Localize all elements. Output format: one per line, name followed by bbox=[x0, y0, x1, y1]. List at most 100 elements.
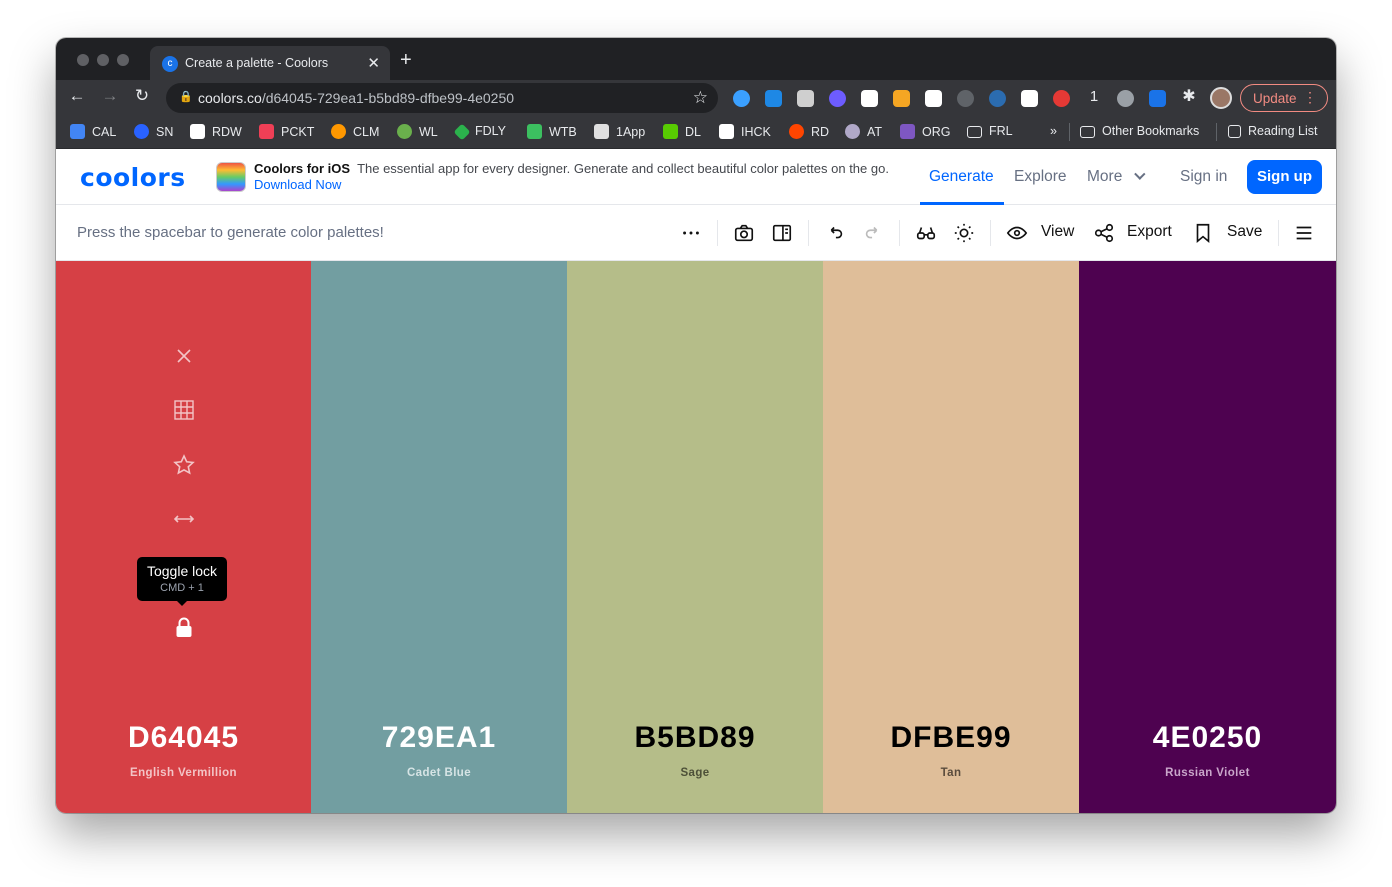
extension-pen-icon[interactable] bbox=[1021, 90, 1038, 107]
sign-in-link[interactable]: Sign in bbox=[1180, 168, 1227, 186]
lock-icon: 🔒 bbox=[179, 91, 193, 103]
nav-more[interactable]: More bbox=[1087, 168, 1146, 186]
extension-wifi-icon[interactable] bbox=[1149, 90, 1166, 107]
redo-icon[interactable] bbox=[858, 218, 888, 248]
reload-icon[interactable]: ↻ bbox=[130, 86, 154, 106]
extension-pokeball-icon[interactable] bbox=[1053, 90, 1070, 107]
spacebar-hint: Press the spacebar to generate color pal… bbox=[77, 224, 384, 241]
camera-icon[interactable] bbox=[729, 218, 759, 248]
new-tab-icon[interactable]: + bbox=[400, 49, 412, 72]
bookmark-1app[interactable]: 1App bbox=[594, 124, 645, 139]
bookmark-fdly[interactable]: FDLY bbox=[453, 123, 506, 141]
ios-promo: Coolors for iOS The essential app for ev… bbox=[254, 161, 914, 193]
bookmark-dl[interactable]: DL bbox=[663, 124, 701, 139]
hamburger-menu-icon[interactable] bbox=[1289, 218, 1319, 248]
bookmark-icon[interactable] bbox=[1188, 218, 1218, 248]
toolbar-divider bbox=[1278, 220, 1279, 246]
update-button[interactable]: Update ⋮ bbox=[1240, 84, 1328, 112]
bookmark-cal[interactable]: CAL bbox=[70, 124, 116, 139]
extension-circle-icon[interactable] bbox=[989, 90, 1006, 107]
export-button[interactable]: Export bbox=[1127, 223, 1172, 241]
download-now-link[interactable]: Download Now bbox=[254, 177, 341, 192]
bookmark-wtb[interactable]: WTB bbox=[527, 124, 577, 139]
folder-icon bbox=[1080, 126, 1095, 138]
toolbar-divider bbox=[990, 220, 991, 246]
at-icon bbox=[845, 124, 860, 139]
wl-icon bbox=[397, 124, 412, 139]
hex-code[interactable]: 4E0250 bbox=[1079, 721, 1336, 755]
color-column-5[interactable]: 4E0250 Russian Violet bbox=[1079, 261, 1336, 813]
bookmark-ihck[interactable]: IHCK bbox=[719, 124, 771, 139]
tooltip-title: Toggle lock bbox=[146, 563, 218, 579]
color-name: English Vermillion bbox=[130, 767, 237, 779]
bookmark-clm[interactable]: CLM bbox=[331, 124, 379, 139]
address-bar[interactable]: 🔒 coolors.co/d64045-729ea1-b5bd89-dfbe99… bbox=[166, 83, 718, 113]
more-menu-icon[interactable]: ⋮ bbox=[1303, 89, 1317, 106]
other-bookmarks[interactable]: Other Bookmarks bbox=[1080, 124, 1199, 138]
extension-flower-icon[interactable] bbox=[829, 90, 846, 107]
hex-code[interactable]: D64045 bbox=[56, 721, 311, 755]
extension-refresh-icon[interactable] bbox=[1117, 90, 1134, 107]
url-text: coolors.co/d64045-729ea1-b5bd89-dfbe99-4… bbox=[198, 90, 515, 106]
nav-explore[interactable]: Explore bbox=[1014, 168, 1067, 186]
remove-color-icon[interactable] bbox=[172, 344, 196, 368]
side-panel-icon[interactable] bbox=[767, 218, 797, 248]
bookmark-sn[interactable]: SN bbox=[134, 124, 173, 139]
bookmark-at[interactable]: AT bbox=[845, 124, 882, 139]
color-column-4[interactable]: DFBE99 Tan bbox=[823, 261, 1079, 813]
sign-up-button[interactable]: Sign up bbox=[1247, 160, 1322, 194]
back-icon[interactable]: ← bbox=[65, 86, 89, 106]
color-column-3[interactable]: B5BD89 Sage bbox=[567, 261, 823, 813]
nav-generate[interactable]: Generate bbox=[929, 168, 994, 186]
extension-badge-count[interactable]: 1 bbox=[1082, 88, 1106, 105]
zoom-window-button[interactable] bbox=[117, 54, 129, 66]
extension-r-icon[interactable] bbox=[861, 90, 878, 107]
hex-code[interactable]: 729EA1 bbox=[311, 721, 567, 755]
browser-window: c Create a palette - Coolors ✕ + ← → ↻ 🔒… bbox=[56, 38, 1336, 813]
color-column-2[interactable]: 729EA1 Cadet Blue bbox=[311, 261, 567, 813]
reading-list-icon bbox=[1228, 125, 1241, 138]
profile-avatar[interactable] bbox=[1210, 87, 1232, 109]
bookmark-frl[interactable]: FRL bbox=[967, 124, 1013, 138]
reddit-icon bbox=[789, 124, 804, 139]
extension-k-icon[interactable] bbox=[893, 90, 910, 107]
reading-list[interactable]: Reading List bbox=[1228, 124, 1318, 138]
bookmark-rdw[interactable]: RDW bbox=[190, 124, 242, 139]
bookmark-star-icon[interactable]: ☆ bbox=[693, 88, 708, 108]
bookmark-org[interactable]: ORG bbox=[900, 124, 950, 139]
glasses-icon[interactable] bbox=[911, 218, 941, 248]
view-button[interactable]: View bbox=[1041, 223, 1074, 241]
forward-icon[interactable]: → bbox=[98, 86, 122, 106]
favorite-star-icon[interactable] bbox=[172, 453, 196, 477]
shades-grid-icon[interactable] bbox=[172, 398, 196, 422]
palette: Toggle lock CMD + 1 D64045 English Vermi… bbox=[56, 261, 1336, 813]
extension-m-icon[interactable] bbox=[797, 90, 814, 107]
extension-gem-icon[interactable] bbox=[733, 90, 750, 107]
extension-info-icon[interactable] bbox=[957, 90, 974, 107]
close-window-button[interactable] bbox=[77, 54, 89, 66]
drag-handle-icon[interactable] bbox=[172, 507, 196, 531]
more-options-icon[interactable] bbox=[676, 218, 706, 248]
eye-icon[interactable] bbox=[1002, 218, 1032, 248]
coolors-logo[interactable]: coolors bbox=[80, 163, 186, 192]
save-button[interactable]: Save bbox=[1227, 223, 1262, 241]
hex-code[interactable]: DFBE99 bbox=[823, 721, 1079, 755]
minimize-window-button[interactable] bbox=[97, 54, 109, 66]
hex-code[interactable]: B5BD89 bbox=[567, 721, 823, 755]
color-column-1[interactable]: Toggle lock CMD + 1 D64045 English Vermi… bbox=[56, 261, 311, 813]
bookmark-rd[interactable]: RD bbox=[789, 124, 829, 139]
extensions-puzzle-icon[interactable]: ✱ bbox=[1177, 86, 1201, 106]
bookmark-pckt[interactable]: PCKT bbox=[259, 124, 314, 139]
extension-notes-icon[interactable] bbox=[925, 90, 942, 107]
undo-icon[interactable] bbox=[820, 218, 850, 248]
bookmark-wl[interactable]: WL bbox=[397, 124, 438, 139]
toolbar-divider bbox=[808, 220, 809, 246]
share-icon[interactable] bbox=[1089, 218, 1119, 248]
close-tab-icon[interactable]: ✕ bbox=[367, 54, 380, 72]
lock-icon[interactable] bbox=[172, 615, 196, 639]
bookmarks-overflow-icon[interactable]: » bbox=[1050, 124, 1057, 138]
brightness-icon[interactable] bbox=[949, 218, 979, 248]
active-tab[interactable]: c Create a palette - Coolors ✕ bbox=[150, 46, 390, 80]
site-header: coolors Coolors for iOS The essential ap… bbox=[56, 149, 1336, 205]
extension-share-icon[interactable] bbox=[765, 90, 782, 107]
